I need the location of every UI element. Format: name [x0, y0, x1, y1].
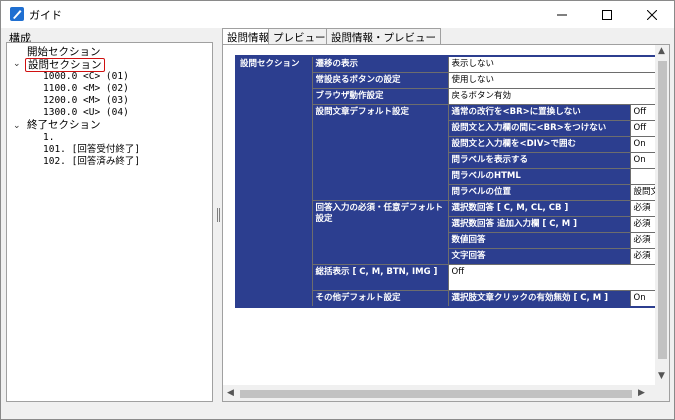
minimize-icon: [556, 14, 567, 15]
setting-group-label: 設問文章デフォルト設定: [311, 104, 449, 201]
title-bar[interactable]: ガイド: [1, 1, 674, 28]
horizontal-scrollbar[interactable]: ◀ ▶: [223, 385, 669, 401]
setting-label: 数値回答: [447, 232, 631, 249]
setting-label: 問ラベルを表示する: [447, 152, 631, 169]
tab-preview[interactable]: プレビュー: [268, 28, 331, 44]
setting-label: 設問文と入力欄の間に<BR>をつけない: [447, 120, 631, 137]
maximize-button[interactable]: [584, 1, 629, 28]
horizontal-scroll-thumb[interactable]: [240, 390, 632, 398]
tree-item-end[interactable]: 102. [回答済み終了]: [43, 156, 140, 168]
close-button[interactable]: [629, 1, 674, 28]
setting-group-label: その他デフォルト設定: [311, 290, 449, 308]
setting-label: 設問文と入力欄を<DIV>で囲む: [447, 136, 631, 153]
tree-item-question[interactable]: 1100.0 <M> (02): [43, 83, 129, 95]
tab-question-info[interactable]: 設問情報: [222, 28, 274, 45]
vertical-scrollbar[interactable]: ▲ ▼: [655, 45, 669, 385]
tree-item-question-section[interactable]: 設問セクション: [25, 58, 105, 72]
scroll-left-icon[interactable]: ◀: [227, 388, 234, 398]
setting-group-label: 回答入力の必須・任意デフォルト設定: [311, 200, 449, 265]
setting-label: 選択数回答 追加入力欄 [ C, M ]: [447, 216, 631, 233]
scroll-down-icon[interactable]: ▼: [658, 371, 665, 381]
scroll-up-icon[interactable]: ▲: [658, 46, 665, 56]
setting-label: 遷移の表示: [311, 55, 449, 73]
setting-value: 戻るボタン有効: [447, 88, 664, 105]
scroll-right-icon[interactable]: ▶: [638, 388, 645, 398]
tab-question-info-preview[interactable]: 設問情報・プレビュー: [326, 28, 441, 44]
tree-item-question[interactable]: 1000.0 <C> (01): [43, 71, 129, 83]
setting-label: 選択数回答 [ C, M, CL, CB ]: [447, 200, 631, 217]
setting-label: 総括表示 [ C, M, BTN, IMG ]: [311, 264, 449, 291]
guide-window: ガイド 構成 開始セクション ⌄ 設問セクション 1000.0 <C> (01)…: [0, 0, 675, 420]
tree-item-end[interactable]: 101. [回答受付終了]: [43, 144, 140, 156]
minimize-button[interactable]: [539, 1, 584, 28]
collapse-icon[interactable]: ⌄: [13, 121, 21, 131]
setting-label: 文字回答: [447, 248, 631, 265]
setting-label: 問ラベルのHTML: [447, 168, 631, 185]
setting-label: ブラウザ動作設定: [311, 88, 449, 105]
setting-value: 表示しない: [447, 55, 664, 73]
setting-label: 常設戻るボタンの設定: [311, 72, 449, 89]
app-icon: [10, 7, 24, 21]
setting-label: 問ラベルの位置: [447, 184, 631, 201]
setting-value: Off: [447, 264, 664, 291]
setting-label: 通常の改行を<BR>に置換しない: [447, 104, 631, 121]
question-info-panel: 設問セクション 遷移の表示 表示しない 常設戻るボタンの設定 使用しない ブラウ…: [222, 44, 670, 402]
setting-value: 使用しない: [447, 72, 664, 89]
tree-item-question[interactable]: 1300.0 <U> (04): [43, 107, 129, 119]
tree-item-end-section[interactable]: 終了セクション: [27, 119, 101, 131]
tree-item-end[interactable]: 1.: [43, 132, 54, 144]
tree-item-question[interactable]: 1200.0 <M> (03): [43, 95, 129, 107]
panel-splitter[interactable]: [217, 208, 220, 222]
maximize-icon: [601, 9, 612, 20]
tree-item-start-section[interactable]: 開始セクション: [27, 46, 101, 58]
settings-table: 設問セクション 遷移の表示 表示しない 常設戻るボタンの設定 使用しない ブラウ…: [235, 55, 665, 308]
structure-tree[interactable]: 開始セクション ⌄ 設問セクション 1000.0 <C> (01) 1100.0…: [6, 42, 213, 402]
close-icon: [646, 9, 657, 20]
vertical-scroll-thumb[interactable]: [658, 61, 667, 359]
window-title: ガイド: [29, 9, 62, 22]
collapse-icon[interactable]: ⌄: [13, 59, 21, 69]
setting-label: 選択肢文章クリックの有効無効 [ C, M ]: [447, 290, 631, 308]
section-header: 設問セクション: [235, 55, 313, 308]
